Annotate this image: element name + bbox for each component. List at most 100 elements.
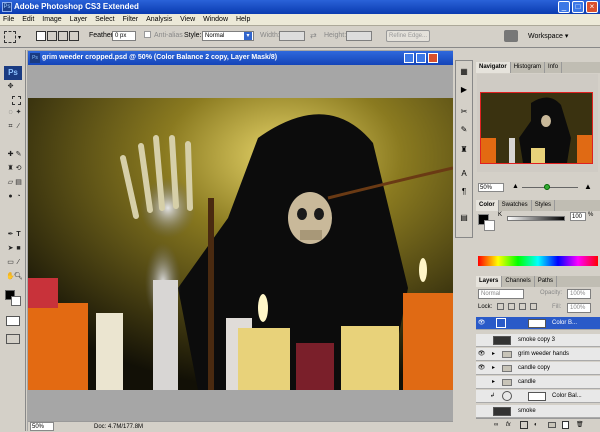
navigator-zoom-field[interactable]: 50% [478, 183, 504, 192]
layer-row[interactable]: 👁︎ Color B... [476, 317, 600, 330]
tab-histogram[interactable]: Histogram [511, 62, 546, 73]
lock-transparency-icon[interactable] [497, 303, 504, 310]
fx-icon[interactable]: fx [506, 419, 511, 431]
magic-wand-tool-icon[interactable]: ✦ [14, 108, 23, 117]
width-input[interactable] [279, 31, 305, 41]
navigator-zoom-handle[interactable] [544, 184, 550, 190]
history-panel-icon[interactable]: ▦ [458, 66, 470, 78]
tab-styles[interactable]: Styles [532, 200, 556, 211]
doc-close-button[interactable] [428, 53, 438, 63]
bridge-icon[interactable] [504, 30, 518, 42]
workspace-button[interactable]: Workspace ▾ [528, 32, 568, 40]
actions-panel-icon[interactable]: ▶ [458, 84, 470, 96]
maximize-button[interactable]: □ [572, 1, 584, 13]
zoom-out-icon[interactable]: ▲ [512, 183, 519, 190]
height-input[interactable] [346, 31, 372, 41]
navigator-zoom-slider[interactable] [522, 187, 578, 188]
tool-presets-icon[interactable]: ✂ [458, 106, 470, 118]
tab-channels[interactable]: Channels [502, 276, 535, 287]
color-spectrum-ramp[interactable] [478, 256, 598, 266]
character-panel-icon[interactable]: A [458, 168, 470, 180]
mask-icon[interactable] [520, 421, 528, 429]
doc-maximize-button[interactable] [416, 53, 426, 63]
refine-edge-button[interactable]: Refine Edge... [386, 30, 430, 42]
clone-source-icon[interactable]: ♜ [458, 144, 470, 156]
navigator-view-box[interactable] [480, 92, 593, 164]
eye-icon[interactable]: 👁︎ [476, 362, 487, 375]
zoom-field[interactable]: 50% [30, 422, 54, 431]
gradient-tool-icon[interactable]: ▤ [14, 178, 23, 187]
layer-row[interactable]: smoke copy 3 [476, 334, 600, 347]
subtract-selection-icon[interactable] [58, 31, 68, 41]
slice-tool-icon[interactable]: ∕ [14, 122, 23, 131]
tab-navigator[interactable]: Navigator [476, 62, 511, 73]
expand-triangle-icon[interactable]: ▸ [492, 376, 495, 389]
folder-icon[interactable] [548, 422, 556, 428]
eyedropper-tool-icon[interactable]: ⁄ [14, 258, 23, 267]
antialias-checkbox[interactable] [144, 31, 151, 38]
link-icon[interactable]: ∞ [494, 419, 498, 431]
paragraph-panel-icon[interactable]: ¶ [458, 186, 470, 198]
expand-triangle-icon[interactable]: ▸ [492, 348, 495, 361]
menu-select[interactable]: Select [95, 16, 114, 23]
tab-layers[interactable]: Layers [476, 276, 503, 287]
lock-all-icon[interactable] [530, 303, 537, 310]
eye-icon[interactable]: 👁︎ [476, 317, 487, 330]
history-brush-tool-icon[interactable]: ⟲ [14, 164, 23, 173]
doc-minimize-button[interactable] [404, 53, 414, 63]
menu-help[interactable]: Help [236, 16, 250, 23]
new-selection-icon[interactable] [36, 31, 46, 41]
layer-row[interactable]: ↲ Color Bal... [476, 390, 600, 403]
tab-color[interactable]: Color [476, 200, 499, 211]
close-button[interactable]: × [586, 1, 598, 13]
layer-row[interactable]: 👁︎ ▸ candle copy [476, 362, 600, 375]
screen-mode-icon[interactable] [6, 334, 20, 344]
tab-paths[interactable]: Paths [535, 276, 558, 287]
style-select[interactable]: Normal ▾ [202, 31, 254, 41]
menu-layer[interactable]: Layer [70, 16, 88, 23]
move-tool-icon[interactable]: ✥ [6, 82, 15, 91]
marquee-tool-icon[interactable] [12, 96, 21, 105]
swap-icon[interactable]: ⇄ [310, 31, 317, 40]
layer-row[interactable]: 👁︎ ▸ grim weeder hands [476, 348, 600, 361]
k-channel-slider[interactable] [507, 216, 565, 221]
dodge-tool-icon[interactable]: ◔ [14, 192, 23, 201]
layer-comps-icon[interactable]: ▤ [458, 212, 470, 224]
marquee-preset-icon[interactable] [4, 31, 16, 43]
brushes-panel-icon[interactable]: ✎ [458, 124, 470, 136]
shape-tool-icon[interactable]: ■ [14, 244, 23, 253]
layer-row[interactable]: smoke [476, 405, 600, 418]
zoom-tool-icon[interactable]: 🔍︎ [14, 272, 23, 281]
opacity-input[interactable]: 100% [567, 289, 591, 299]
add-selection-icon[interactable] [47, 31, 57, 41]
minimize-button[interactable]: _ [558, 1, 570, 13]
menu-filter[interactable]: Filter [123, 16, 139, 23]
background-color-swatch[interactable] [11, 296, 21, 306]
zoom-in-icon[interactable]: ▲ [584, 182, 592, 191]
adjustment-icon[interactable]: ◐ [534, 419, 538, 431]
k-value-input[interactable]: 100 [570, 212, 586, 221]
intersect-selection-icon[interactable] [69, 31, 79, 41]
menu-view[interactable]: View [180, 16, 195, 23]
menu-file[interactable]: File [3, 16, 14, 23]
feather-input[interactable]: 0 px [112, 31, 136, 41]
quick-mask-icon[interactable] [6, 316, 20, 326]
tab-swatches[interactable]: Swatches [499, 200, 532, 211]
menu-window[interactable]: Window [203, 16, 228, 23]
tab-info[interactable]: Info [545, 62, 563, 73]
menu-edit[interactable]: Edit [22, 16, 34, 23]
trash-icon[interactable]: 🗑︎ [576, 419, 584, 431]
chevron-down-icon[interactable]: ▾ [18, 34, 21, 41]
menu-image[interactable]: Image [42, 16, 61, 23]
lock-position-icon[interactable] [519, 303, 526, 310]
eye-icon[interactable]: 👁︎ [476, 348, 487, 361]
menu-analysis[interactable]: Analysis [146, 16, 172, 23]
fill-input[interactable]: 100% [567, 303, 591, 313]
new-layer-icon[interactable] [562, 421, 569, 429]
layer-row[interactable]: ▸ candle [476, 376, 600, 389]
lock-pixels-icon[interactable] [508, 303, 515, 310]
color-background-swatch[interactable] [484, 220, 495, 231]
type-tool-icon[interactable]: T [14, 230, 23, 239]
expand-triangle-icon[interactable]: ▸ [492, 362, 495, 375]
image-canvas[interactable] [28, 98, 453, 390]
